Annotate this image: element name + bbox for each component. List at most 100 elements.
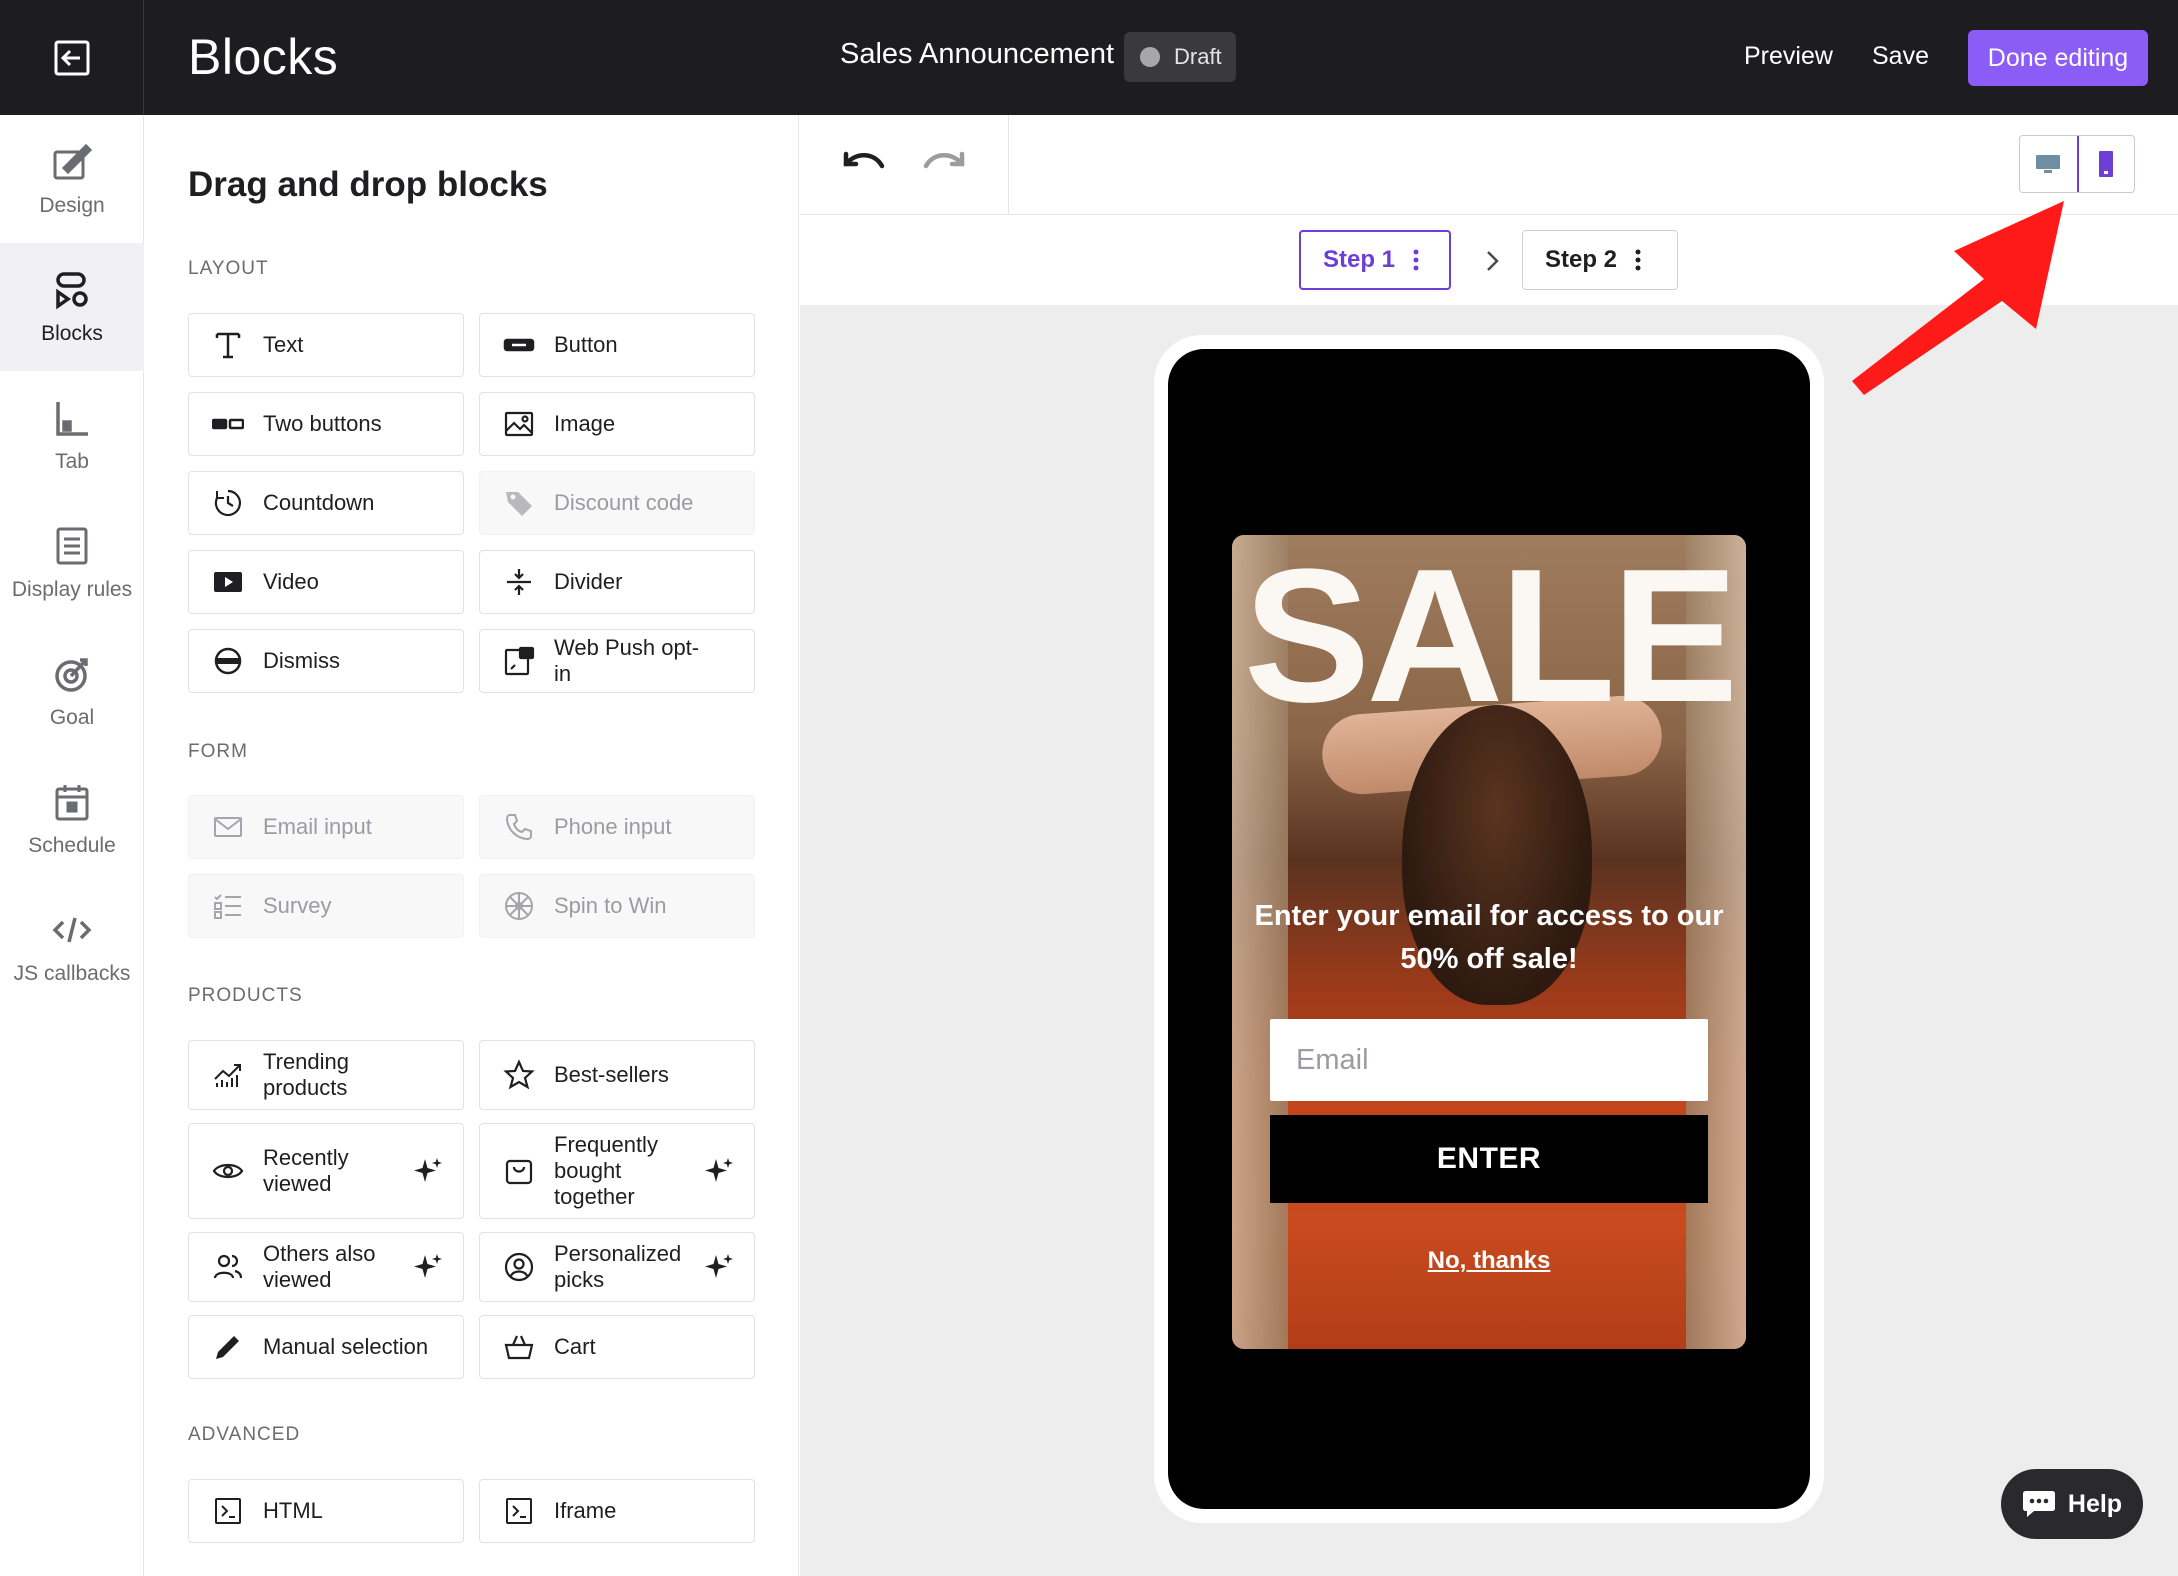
block-label: Survey	[263, 893, 332, 918]
done-editing-button[interactable]: Done editing	[1968, 30, 2148, 86]
block-manual-selection[interactable]: Manual selection	[188, 1315, 464, 1379]
nav-item-tab[interactable]: Tab	[0, 371, 144, 499]
kebab-menu-icon[interactable]	[1413, 249, 1419, 271]
user-circle-icon	[502, 1250, 536, 1284]
status-text: Draft	[1174, 44, 1222, 69]
help-button[interactable]: Help	[2001, 1469, 2143, 1539]
app-title: Blocks	[188, 29, 339, 85]
button-icon	[502, 328, 536, 362]
step-tab-1[interactable]: Step 1	[1299, 230, 1451, 290]
video-icon	[211, 565, 245, 599]
block-frequently-bought-together[interactable]: Frequently bought together	[479, 1123, 755, 1219]
campaign-name[interactable]: Sales Announcement	[840, 38, 1114, 71]
nav-item-goal[interactable]: Goal	[0, 627, 144, 755]
popup-headline[interactable]: Enter your email for access to our 50% o…	[1252, 895, 1726, 981]
block-others-also-viewed[interactable]: Others also viewed	[188, 1232, 464, 1302]
block-cart[interactable]: Cart	[479, 1315, 755, 1379]
block-dismiss[interactable]: Dismiss	[188, 629, 464, 693]
block-button[interactable]: Button	[479, 313, 755, 377]
block-email-input: Email input	[188, 795, 464, 859]
block-countdown[interactable]: Countdown	[188, 471, 464, 535]
exit-icon	[54, 40, 89, 75]
block-video[interactable]: Video	[188, 550, 464, 614]
block-two-buttons[interactable]: Two buttons	[188, 392, 464, 456]
ai-sparkle-icon	[705, 1158, 733, 1182]
redo-button[interactable]	[920, 145, 968, 185]
block-personalized-picks[interactable]: Personalized picks	[479, 1232, 755, 1302]
panel-title: Drag and drop blocks	[188, 165, 548, 204]
preview-button[interactable]: Preview	[1744, 42, 1833, 71]
block-discount-code: Discount code	[479, 471, 755, 535]
desktop-icon	[2036, 155, 2061, 173]
kebab-menu-icon[interactable]	[1635, 249, 1641, 271]
nav-item-schedule[interactable]: Schedule	[0, 755, 144, 883]
nav-item-design[interactable]: Design	[0, 115, 144, 243]
block-iframe[interactable]: Iframe	[479, 1479, 755, 1543]
block-label: Video	[263, 569, 319, 594]
popup-enter-button[interactable]: ENTER	[1270, 1115, 1708, 1203]
block-text[interactable]: Text	[188, 313, 464, 377]
ai-sparkle-icon	[414, 1254, 442, 1278]
step-label: Step 2	[1545, 246, 1618, 273]
block-best-sellers[interactable]: Best-sellers	[479, 1040, 755, 1110]
cart-basket-icon	[502, 1330, 536, 1364]
block-html[interactable]: HTML	[188, 1479, 464, 1543]
left-nav: Design Blocks Tab Display rules Goal Sch…	[0, 115, 144, 1576]
nav-item-blocks[interactable]: Blocks	[0, 243, 144, 371]
code-icon	[52, 917, 92, 943]
block-label: Email input	[263, 814, 372, 839]
step-tab-2[interactable]: Step 2	[1522, 230, 1678, 290]
nav-item-js-callbacks[interactable]: JS callbacks	[0, 883, 144, 1011]
divider-icon	[502, 565, 536, 599]
block-label: Trending products	[263, 1049, 350, 1100]
design-brush-icon	[53, 143, 93, 180]
help-label: Help	[2067, 1489, 2123, 1518]
display-rules-icon	[56, 527, 88, 565]
block-label: Button	[554, 332, 618, 357]
block-label: Divider	[554, 569, 623, 594]
nav-label-tab: Tab	[55, 450, 89, 473]
block-divider[interactable]: Divider	[479, 550, 755, 614]
survey-icon	[211, 889, 245, 923]
nav-item-display-rules[interactable]: Display rules	[0, 499, 144, 627]
exit-button[interactable]	[0, 0, 144, 115]
popup-preview[interactable]: SALE Enter your email for access to our …	[1232, 535, 1746, 1349]
block-label: HTML	[263, 1498, 323, 1523]
block-phone-input: Phone input	[479, 795, 755, 859]
block-label: Image	[554, 411, 616, 436]
status-dot-icon	[1140, 47, 1160, 67]
users-icon	[211, 1250, 245, 1284]
nav-label-blocks: Blocks	[41, 322, 103, 345]
mobile-view-button[interactable]	[2076, 136, 2134, 192]
block-recently-viewed[interactable]: Recently viewed	[188, 1123, 464, 1219]
goal-icon	[55, 658, 88, 692]
undo-button[interactable]	[840, 145, 888, 185]
popup-dismiss-link[interactable]: No, thanks	[1232, 1247, 1746, 1275]
block-label: Recently viewed	[263, 1145, 349, 1196]
nav-label-schedule: Schedule	[28, 834, 116, 857]
chat-bubble-icon	[2022, 1491, 2055, 1517]
popup-hero-text[interactable]: SALE	[1232, 541, 1746, 731]
countdown-icon	[211, 486, 245, 520]
popup-email-input[interactable]	[1270, 1019, 1708, 1101]
desktop-view-button[interactable]	[2020, 136, 2077, 192]
email-icon	[211, 810, 245, 844]
nav-label-js-callbacks: JS callbacks	[13, 962, 131, 985]
section-label-layout: LAYOUT	[188, 258, 269, 279]
mobile-screen: SALE Enter your email for access to our …	[1168, 349, 1810, 1509]
discount-tag-icon	[502, 486, 536, 520]
block-label: Best-sellers	[554, 1062, 669, 1087]
toolbar-divider	[1008, 115, 1009, 215]
block-label: Others also viewed	[263, 1241, 376, 1292]
nav-label-display-rules: Display rules	[11, 578, 133, 601]
block-label: Spin to Win	[554, 893, 667, 918]
block-trending-products[interactable]: Trending products	[188, 1040, 464, 1110]
block-label: Phone input	[554, 814, 672, 839]
star-icon	[502, 1058, 536, 1092]
save-button[interactable]: Save	[1872, 42, 1929, 71]
block-image[interactable]: Image	[479, 392, 755, 456]
blocks-icon	[56, 272, 88, 310]
block-web-push-opt-in[interactable]: Web Push opt-in	[479, 629, 755, 693]
web-push-icon	[502, 644, 536, 678]
block-label: Frequently bought together	[554, 1132, 658, 1209]
